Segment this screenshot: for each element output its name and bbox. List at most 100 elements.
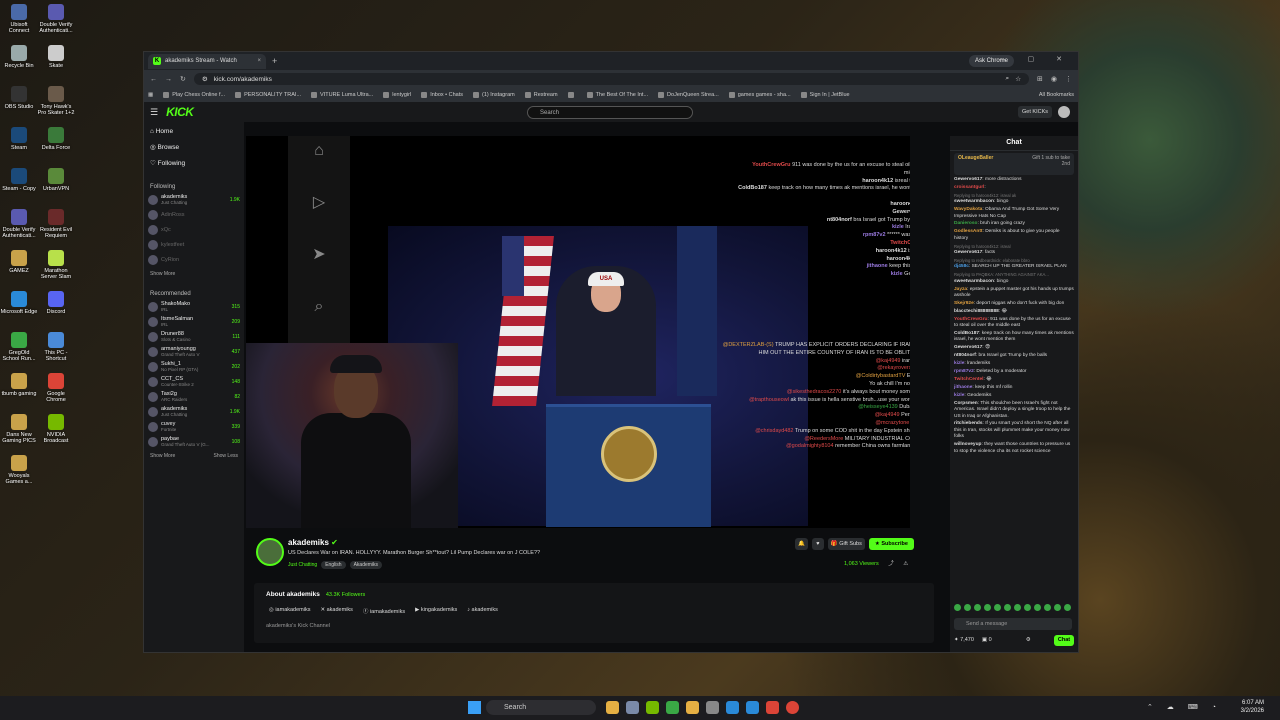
search-input[interactable]: Search: [527, 106, 693, 119]
desktop-icon[interactable]: GregOld School Run...: [0, 332, 38, 362]
chat-username[interactable]: dj458c: [954, 264, 969, 269]
sidebar-channel[interactable]: Taxi2g ARC Raiders 82: [144, 389, 244, 404]
chat-username[interactable]: Gewervo617: [954, 345, 982, 350]
chat-username[interactable]: kizle: [954, 361, 964, 366]
chat-settings-icon[interactable]: ⚙: [1026, 637, 1031, 643]
chat-message[interactable]: sweetwarmbacon: bingo: [954, 279, 1074, 285]
desktop-icon[interactable]: tbumb gaming: [0, 373, 38, 397]
notification-bell-icon[interactable]: 🔔: [795, 538, 808, 550]
new-tab-icon[interactable]: +: [272, 56, 277, 66]
taskbar-search[interactable]: Search: [486, 700, 596, 715]
desktop-icon[interactable]: Steam: [0, 127, 38, 151]
bookmark-item[interactable]: Sign In | JetBlue: [800, 92, 850, 98]
desktop-icon[interactable]: Dans New Gaming PICS: [0, 414, 38, 444]
channel-avatar[interactable]: [256, 538, 284, 566]
user-avatar[interactable]: [1058, 106, 1070, 118]
chat-username[interactable]: Skejr92e: [954, 301, 974, 306]
sidebar-channel[interactable]: xQc: [144, 222, 244, 237]
desktop-icon[interactable]: Double Verify Authenticati...: [37, 4, 75, 34]
chat-username[interactable]: YouthCrewGru: [954, 317, 988, 322]
desktop-icon[interactable]: Steam - Copy: [0, 168, 38, 192]
chat-username[interactable]: Jayza: [954, 287, 967, 292]
chat-username[interactable]: Gewervo617: [954, 177, 982, 182]
all-bookmarks[interactable]: All Bookmarks: [1039, 92, 1074, 98]
emote-icon[interactable]: [1024, 604, 1031, 611]
emote-icon[interactable]: [1054, 604, 1061, 611]
chat-username[interactable]: kizle: [954, 393, 964, 398]
bookmark-item[interactable]: Restream: [524, 92, 558, 98]
desktop-icon[interactable]: Microsoft Edge: [0, 291, 38, 315]
desktop-icon[interactable]: Ubisoft Connect: [0, 4, 38, 34]
chat-username[interactable]: ritchiebends: [954, 421, 983, 426]
desktop-icon[interactable]: Double Verify Authenticati...: [0, 209, 38, 239]
desktop-icon[interactable]: UrbanVPN: [37, 168, 75, 192]
site-info-icon[interactable]: ⚙: [202, 75, 208, 83]
emote-icon[interactable]: [964, 604, 971, 611]
emote-icon[interactable]: [994, 604, 1001, 611]
chat-message[interactable]: nt804norf: bra Israel got Trump by the b…: [954, 353, 1074, 359]
emote-icon[interactable]: [1064, 604, 1071, 611]
social-link[interactable]: ▶ kingakademiks: [415, 607, 457, 615]
desktop-icon[interactable]: Marathon Server Slam: [37, 250, 75, 280]
sidebar-channel[interactable]: Druner88 Slots & Casino 111: [144, 329, 244, 344]
nav-home[interactable]: ⌂ Home: [150, 124, 238, 140]
url-text[interactable]: kick.com/akademiks: [214, 76, 272, 83]
chat-username[interactable]: croissantgurl: [954, 185, 984, 190]
chat-message[interactable]: WavyDakota: Obama And Trump Got Some Ver…: [954, 207, 1074, 220]
tab-close-icon[interactable]: ×: [257, 58, 261, 64]
bookmark-star-icon[interactable]: ☆: [1015, 75, 1021, 83]
show-less-recommended[interactable]: Show Less: [214, 453, 238, 459]
chat-message[interactable]: willnoveyup: they want those countries t…: [954, 442, 1074, 455]
desktop-icon[interactable]: Skate: [37, 45, 75, 69]
back-icon[interactable]: ←: [150, 76, 157, 83]
social-link[interactable]: ◎ iamakademiks: [269, 607, 310, 615]
chat-send-button[interactable]: Chat: [1054, 635, 1074, 646]
chat-message[interactable]: YouthCrewGru: 911 was done by the us for…: [954, 317, 1074, 330]
chat-message[interactable]: dj458c: SEARCH UP THE GREATER ISRAEL PLA…: [954, 264, 1074, 270]
desktop-icon[interactable]: This PC - Shortcut: [37, 332, 75, 362]
chat-username[interactable]: ColdBo187: [954, 331, 979, 336]
sidebar-channel[interactable]: armaniyoungg Grand Theft Auto V 437: [144, 344, 244, 359]
chat-message[interactable]: Skejr92e: deport niggas who don't fuck w…: [954, 301, 1074, 307]
chat-username[interactable]: TwitchCentel: [954, 377, 984, 382]
chat-message[interactable]: GodlessAntt: Demiks is about to give you…: [954, 229, 1074, 242]
kick-logo[interactable]: KICK: [166, 105, 194, 119]
bookmark-item[interactable]: (1) Instagram: [473, 92, 515, 98]
report-icon[interactable]: ⚠: [903, 561, 908, 567]
chat-username[interactable]: Danieroso: [954, 221, 977, 226]
desktop-icon[interactable]: Discord: [37, 291, 75, 315]
nav-browse[interactable]: ◎ Browse: [150, 140, 238, 156]
emote-icon[interactable]: [1004, 604, 1011, 611]
bookmark-item[interactable]: games games - sha...: [728, 92, 791, 98]
file-explorer-icon[interactable]: [686, 701, 699, 714]
sidebar-channel[interactable]: paybae Grand Theft Auto V (G... 108: [144, 434, 244, 449]
chat-username[interactable]: WavyDakota: [954, 207, 982, 212]
chat-username[interactable]: rpm87v2: [954, 369, 974, 374]
desktop-icon[interactable]: Tony Hawk's Pro Skater 1+2: [37, 86, 75, 116]
chat-message[interactable]: kizle: lrandemiks: [954, 361, 1074, 367]
desktop-icon[interactable]: Recycle Bin: [0, 45, 38, 69]
clock[interactable]: 6:07 AM 3/2/2026: [1241, 699, 1264, 715]
gift-subs-button[interactable]: 🎁 Gift Subs: [827, 538, 865, 550]
channel-name[interactable]: akademiks ✔: [288, 538, 338, 547]
widgets-icon[interactable]: [606, 701, 619, 714]
chrome-icon[interactable]: [786, 701, 799, 714]
chat-message[interactable]: Danieroso: bruh iran going crazy: [954, 221, 1074, 227]
apps-icon[interactable]: ▦: [148, 92, 153, 98]
channel-points[interactable]: ✦ 7,470: [954, 637, 974, 643]
follow-heart-icon[interactable]: ♥: [811, 538, 824, 550]
sidebar-channel[interactable]: akademiks Just Chatting 1.9K: [144, 404, 244, 419]
zoom-icon[interactable]: ⌕: [1006, 75, 1010, 83]
bookmark-item[interactable]: PERSONALITY TRAI...: [235, 92, 301, 98]
desktop-icon[interactable]: Resident Evil Requiem: [37, 209, 75, 239]
edge-icon[interactable]: [746, 701, 759, 714]
gift-leaderboard[interactable]: OLeaugeBaller Gift 1 sub to take 2nd: [954, 153, 1074, 175]
tag-akademiks[interactable]: Akademiks: [349, 561, 383, 569]
social-link[interactable]: ⓕ iamakademiks: [363, 607, 405, 615]
chat-message[interactable]: croissantgurl:: [954, 185, 1074, 191]
chat-input[interactable]: Send a message: [954, 618, 1072, 630]
emote-icon[interactable]: [974, 604, 981, 611]
emote-icon[interactable]: [1014, 604, 1021, 611]
extensions-icon[interactable]: ⊞: [1037, 75, 1043, 83]
sidebar-channel[interactable]: akademiks Just Chatting 1.9K: [144, 192, 244, 207]
